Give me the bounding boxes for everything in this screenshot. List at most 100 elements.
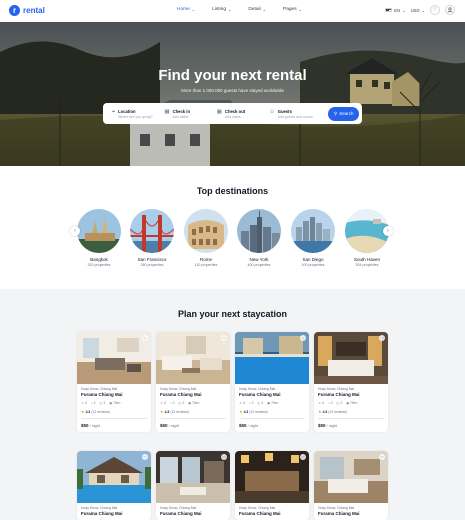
listing-price: $50 / night <box>160 423 226 428</box>
language-select[interactable]: EN ⌄ <box>385 7 406 13</box>
menu-item-label: Detail <box>248 7 261 12</box>
heart-icon[interactable]: ♡ <box>300 454 306 460</box>
menu-item-home[interactable]: Home ⌄ <box>177 7 195 12</box>
price-unit: / night <box>168 423 179 428</box>
language-label: EN <box>394 7 401 13</box>
heart-icon[interactable]: ♡ <box>300 335 306 341</box>
destination-count: 304 properties <box>355 263 379 267</box>
currency-label: USD <box>410 7 420 13</box>
destination-bangkok[interactable]: Bangkok 320 properties <box>77 209 121 267</box>
beds-count: 2 <box>330 401 333 405</box>
destination-image <box>77 209 121 253</box>
check-out-field[interactable]: ▦ Check out Add dates <box>217 109 269 119</box>
price-unit: / night <box>247 423 258 428</box>
check-out-placeholder: Add dates <box>224 114 241 119</box>
hero-landscape-image <box>0 22 465 166</box>
price-value: $50 <box>318 422 326 428</box>
listing-image: ♡ <box>156 451 230 503</box>
listing-price: $50 / night <box>239 423 305 428</box>
baths-count: 2 <box>261 401 264 405</box>
listing-features: ☺ 4 ⌂ 2 ◫ 2 ▣ 70m² <box>160 401 226 405</box>
check-out-label: Check out <box>224 108 246 114</box>
menu-item-label: Pages <box>283 7 297 12</box>
menu-item-listing[interactable]: Listing ⌄ <box>212 7 231 12</box>
divider <box>318 418 384 419</box>
hero-banner: Find your next rental More than 1.000.00… <box>0 22 465 166</box>
baths-feature: ◫ 2 <box>179 401 185 405</box>
location-label: Location <box>118 108 136 114</box>
bed-icon: ⌂ <box>327 401 330 405</box>
price-unit: / night <box>326 423 337 428</box>
search-button-label: Search <box>339 111 354 116</box>
location-placeholder: Where are you going? <box>118 114 153 119</box>
carousel-prev-button[interactable]: ‹ <box>70 226 80 236</box>
wishlist-button[interactable]: ♡ <box>430 5 440 15</box>
account-button[interactable] <box>445 5 455 15</box>
user-icon <box>447 7 453 13</box>
listing-image: ♡ <box>77 451 151 503</box>
logo-icon: r <box>9 5 20 16</box>
destination-name: Rome <box>199 257 212 262</box>
listing-card[interactable]: ♡ Hoay Keow, Chiang Mai Furama Chiang Ma… <box>77 451 151 520</box>
chevron-down-icon: ⌄ <box>191 7 196 12</box>
destination-new-york[interactable]: New York 400 properties <box>237 209 281 267</box>
guests-count: 4 <box>243 401 245 405</box>
listing-location: Hoay Keow, Chiang Mai <box>81 387 118 391</box>
logo-text: rental <box>23 6 45 15</box>
beds-count: 2 <box>172 401 175 405</box>
destination-image <box>291 209 335 253</box>
heart-icon[interactable]: ♡ <box>221 335 227 341</box>
location-field[interactable]: ⌖ Location Where are you going? <box>112 109 164 119</box>
heart-icon[interactable]: ♡ <box>142 335 148 341</box>
check-in-field[interactable]: ▦ Check in Add dates <box>164 109 216 119</box>
listing-rating: ★ 4.3 (12 reviews) <box>239 409 305 414</box>
area-feature: ▣ 70m² <box>109 401 120 405</box>
carousel-next-button[interactable]: › <box>383 226 393 236</box>
menu-item-pages[interactable]: Pages ⌄ <box>283 7 302 12</box>
check-in-label: Check in <box>172 108 191 114</box>
heart-icon[interactable]: ♡ <box>379 335 385 341</box>
listing-card[interactable]: ♡ Hoay Keow, Chiang Mai Furama Chiang Ma… <box>235 451 309 520</box>
destination-san-francisco[interactable]: San Francisco 280 properties <box>130 209 174 267</box>
heart-icon[interactable]: ♡ <box>379 454 385 460</box>
search-button[interactable]: ⚲ Search <box>328 106 359 121</box>
calendar-icon: ▦ <box>164 108 170 115</box>
listing-card[interactable]: ♡ Hoay Keow, Chiang Mai Furama Chiang Ma… <box>314 451 388 520</box>
beds-feature: ⌂ 2 <box>328 401 333 405</box>
listing-card[interactable]: ♡ Hoay Keow, Chiang Mai Furama Chiang Ma… <box>314 332 388 432</box>
heart-icon[interactable]: ♡ <box>221 454 227 460</box>
area-icon: ▣ <box>109 401 113 405</box>
guests-count: 4 <box>322 401 324 405</box>
guests-count: 4 <box>85 401 87 405</box>
top-navbar: r rental Home ⌄ Listing ⌄ Detail ⌄ Pages ⌄ E… <box>0 0 465 22</box>
listing-image: ♡ <box>77 332 151 384</box>
menu-item-detail[interactable]: Detail ⌄ <box>248 7 266 12</box>
listing-features: ☺ 4 ⌂ 2 ◫ 2 ▣ 70m² <box>81 401 147 405</box>
destination-south-haven[interactable]: South Haven 304 properties <box>345 209 389 267</box>
logo[interactable]: r rental <box>9 5 45 16</box>
guests-feature: ☺ 4 <box>318 401 324 405</box>
destination-rome[interactable]: Rome 110 properties <box>184 209 228 267</box>
listing-card[interactable]: ♡ Hoay Keow, Chiang Mai Furama Chiang Ma… <box>156 332 230 432</box>
listing-card[interactable]: ♡ Hoay Keow, Chiang Mai Furama Chiang Ma… <box>156 451 230 520</box>
destination-name: San Francisco <box>137 257 167 262</box>
chevron-left-icon: ‹ <box>74 228 76 234</box>
listing-card[interactable]: ♡ Hoay Keow, Chiang Mai Furama Chiang Ma… <box>77 332 151 432</box>
listing-image: ♡ <box>156 332 230 384</box>
beds-feature: ⌂ 2 <box>249 401 254 405</box>
heart-icon: ♡ <box>432 7 438 13</box>
heart-icon[interactable]: ♡ <box>142 454 148 460</box>
listing-name: Furama Chiang Mai <box>81 511 123 516</box>
destination-san-diego[interactable]: San Diego 100 properties <box>291 209 335 267</box>
search-bar: ⌖ Location Where are you going? ▦ Check i… <box>103 103 362 124</box>
reviews-count: (12 reviews) <box>91 409 110 414</box>
beds-feature: ⌂ 2 <box>170 401 175 405</box>
currency-select[interactable]: USD ⌄ <box>411 8 425 13</box>
guests-field[interactable]: ☺ Guests Add guests and rooms <box>269 109 328 119</box>
destination-name: Bangkok <box>90 257 108 262</box>
listing-card[interactable]: ♡ Hoay Keow, Chiang Mai Furama Chiang Ma… <box>235 332 309 432</box>
price-value: $50 <box>239 422 247 428</box>
listing-image: ♡ <box>314 451 388 503</box>
beds-count: 2 <box>251 401 254 405</box>
chevron-down-icon: ⌄ <box>262 7 267 12</box>
